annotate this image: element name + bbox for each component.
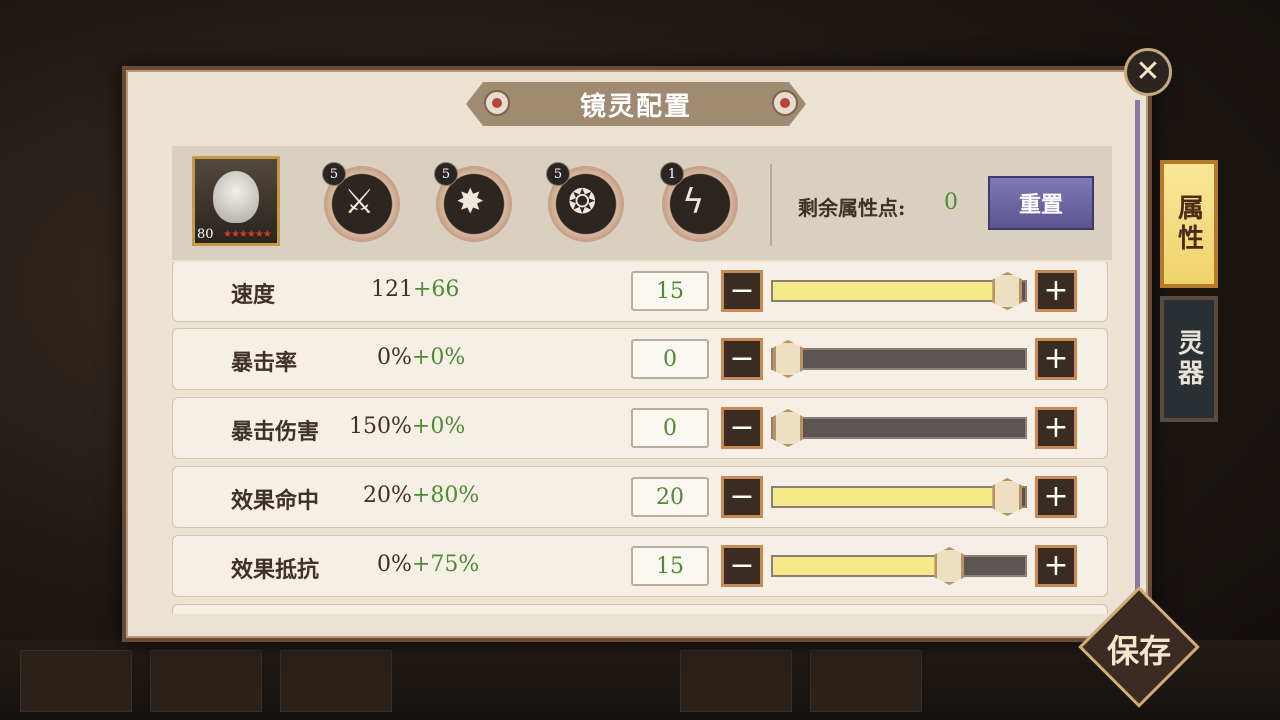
stat-value: 121+66 bbox=[371, 277, 459, 302]
stat-row-partial bbox=[172, 604, 1108, 614]
hero-portrait[interactable]: 80 ★★★★★★ bbox=[192, 156, 280, 246]
stat-row-speed: 速度 121+66 15 − + bbox=[172, 262, 1108, 322]
save-button-label[interactable]: 保存 bbox=[1096, 626, 1182, 672]
decrease-button[interactable]: − bbox=[721, 407, 763, 449]
slider-handle[interactable] bbox=[992, 272, 1023, 310]
stat-name: 暴击率 bbox=[231, 350, 298, 376]
increase-button[interactable]: + bbox=[1035, 545, 1077, 587]
claw-burst-icon: ✸ bbox=[456, 182, 485, 222]
vortex-icon: ❂ bbox=[568, 182, 597, 222]
stat-base: 150% bbox=[349, 414, 412, 439]
tab-attributes[interactable]: 属性 bbox=[1160, 160, 1218, 288]
decrease-button[interactable]: − bbox=[721, 338, 763, 380]
decrease-button[interactable]: − bbox=[721, 476, 763, 518]
skill-level-badge: 5 bbox=[434, 162, 458, 186]
background-card bbox=[810, 650, 922, 712]
stat-points-input[interactable]: 0 bbox=[631, 339, 709, 379]
hero-summary-bar: 80 ★★★★★★ ⚔ 5 ✸ 5 ❂ 5 ϟ 1 剩余属性点: 0 重置 bbox=[172, 146, 1112, 260]
close-icon: ✕ bbox=[1135, 54, 1161, 89]
hero-level: 80 bbox=[197, 227, 214, 242]
slider-handle[interactable] bbox=[934, 547, 965, 585]
remaining-points-value: 0 bbox=[944, 190, 958, 215]
slider-fill bbox=[773, 488, 1008, 506]
mirror-spirit-config-dialog: 镜灵配置 80 ★★★★★★ ⚔ 5 ✸ 5 ❂ 5 ϟ 1 剩余属性点: 0 … bbox=[122, 66, 1152, 642]
stat-points-input[interactable]: 15 bbox=[631, 271, 709, 311]
increase-button[interactable]: + bbox=[1035, 407, 1077, 449]
decrease-button[interactable]: − bbox=[721, 270, 763, 312]
stat-value: 20%+80% bbox=[363, 483, 479, 508]
title-ornament-icon bbox=[772, 90, 798, 116]
stat-name: 速度 bbox=[231, 282, 276, 308]
close-button[interactable]: ✕ bbox=[1124, 48, 1172, 96]
stat-bonus: +80% bbox=[411, 483, 480, 508]
skill-level-badge: 5 bbox=[322, 162, 346, 186]
increase-button[interactable]: + bbox=[1035, 476, 1077, 518]
slider-handle[interactable] bbox=[992, 478, 1023, 516]
stat-bonus: +75% bbox=[411, 552, 480, 577]
background-card bbox=[680, 650, 792, 712]
stat-slider[interactable] bbox=[771, 547, 1027, 585]
stat-bonus: +0% bbox=[411, 345, 466, 370]
background-card bbox=[20, 650, 132, 712]
stat-slider[interactable] bbox=[771, 340, 1027, 378]
slider-fill bbox=[773, 557, 950, 575]
stat-name: 效果命中 bbox=[231, 488, 320, 514]
stat-slider[interactable] bbox=[771, 478, 1027, 516]
stat-row-effect-hit: 效果命中 20%+80% 20 − + bbox=[172, 466, 1108, 528]
skill-slot-3[interactable]: ❂ 5 bbox=[546, 162, 624, 242]
stat-base: 20% bbox=[363, 483, 412, 508]
stat-name: 效果抵抗 bbox=[231, 557, 320, 583]
skill-slot-2[interactable]: ✸ 5 bbox=[434, 162, 512, 242]
divider bbox=[770, 164, 772, 246]
reset-button[interactable]: 重置 bbox=[988, 176, 1094, 230]
stat-list[interactable]: 速度 121+66 15 − + 暴击率 0%+0% 0 − + 暴击伤害 15… bbox=[172, 262, 1112, 614]
panel-side-border bbox=[1135, 100, 1140, 618]
background-card bbox=[150, 650, 262, 712]
title-banner: 镜灵配置 bbox=[466, 82, 806, 126]
slider-fill bbox=[773, 282, 1008, 300]
remaining-points-label: 剩余属性点: bbox=[798, 196, 906, 220]
stat-points-input[interactable]: 0 bbox=[631, 408, 709, 448]
skill-slot-1[interactable]: ⚔ 5 bbox=[322, 162, 400, 242]
title-ornament-icon bbox=[484, 90, 510, 116]
skill-slot-4[interactable]: ϟ 1 bbox=[660, 162, 738, 242]
increase-button[interactable]: + bbox=[1035, 338, 1077, 380]
stat-value: 0%+0% bbox=[377, 345, 465, 370]
stat-bonus: +66 bbox=[413, 277, 460, 302]
stat-bonus: +0% bbox=[411, 414, 466, 439]
stat-base: 0% bbox=[377, 552, 412, 577]
lightning-sword-icon: ϟ bbox=[682, 182, 705, 222]
stat-row-crit-rate: 暴击率 0%+0% 0 − + bbox=[172, 328, 1108, 390]
stat-slider[interactable] bbox=[771, 409, 1027, 447]
stat-points-input[interactable]: 20 bbox=[631, 477, 709, 517]
stat-name: 暴击伤害 bbox=[231, 419, 320, 445]
stat-value: 150%+0% bbox=[349, 414, 465, 439]
stat-slider[interactable] bbox=[771, 272, 1027, 310]
stat-base: 121 bbox=[371, 277, 413, 302]
slider-handle[interactable] bbox=[773, 409, 803, 447]
tab-spirit-artifact[interactable]: 灵器 bbox=[1160, 296, 1218, 422]
stat-value: 0%+75% bbox=[377, 552, 479, 577]
hero-stars: ★★★★★★ bbox=[223, 229, 272, 240]
background-card bbox=[280, 650, 392, 712]
stat-base: 0% bbox=[377, 345, 412, 370]
skill-level-badge: 5 bbox=[546, 162, 570, 186]
increase-button[interactable]: + bbox=[1035, 270, 1077, 312]
hero-avatar bbox=[213, 171, 259, 223]
dialog-title: 镜灵配置 bbox=[579, 91, 692, 122]
stat-row-effect-resist: 效果抵抗 0%+75% 15 − + bbox=[172, 535, 1108, 597]
sword-slash-icon: ⚔ bbox=[344, 182, 375, 222]
stat-row-crit-damage: 暴击伤害 150%+0% 0 − + bbox=[172, 397, 1108, 459]
slider-handle[interactable] bbox=[773, 340, 803, 378]
stat-points-input[interactable]: 15 bbox=[631, 546, 709, 586]
decrease-button[interactable]: − bbox=[721, 545, 763, 587]
skill-level-badge: 1 bbox=[660, 162, 684, 186]
